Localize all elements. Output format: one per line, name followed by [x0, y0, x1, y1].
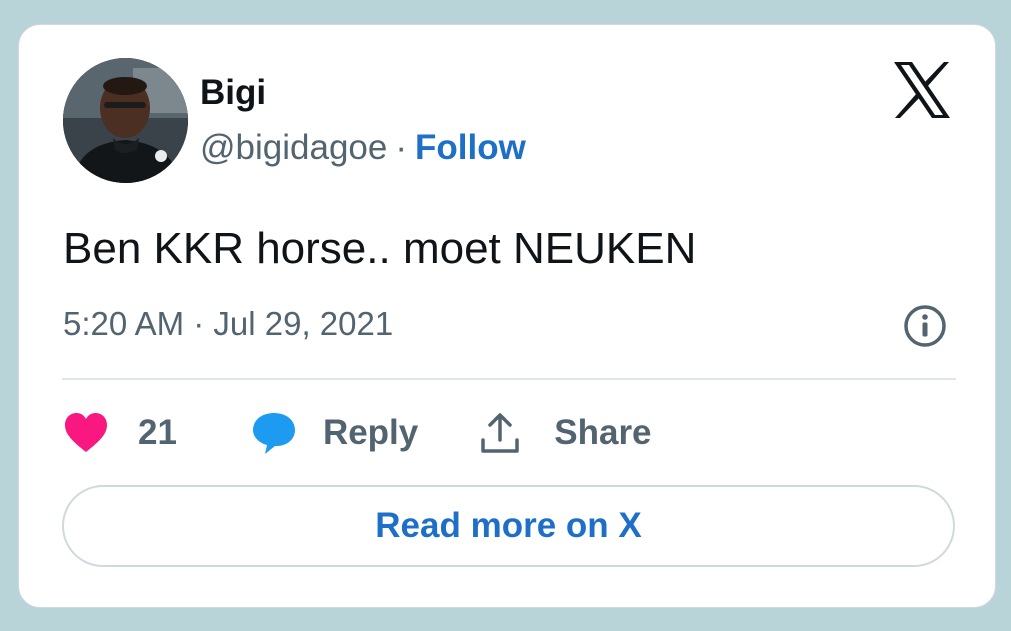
tweet-timestamp[interactable]: 5:20 AM · Jul 29, 2021	[63, 304, 393, 344]
read-more-label: Read more on X	[375, 506, 642, 545]
author-handle[interactable]: @bigidagoe	[200, 128, 387, 167]
avatar[interactable]	[63, 58, 188, 183]
avatar-image	[63, 58, 188, 183]
speech-bubble-icon	[252, 413, 295, 454]
divider	[62, 378, 956, 380]
like-count: 21	[138, 413, 177, 452]
separator-dot: ·	[395, 128, 407, 167]
reply-label: Reply	[322, 413, 419, 452]
read-more-button[interactable]: Read more on X	[62, 485, 955, 567]
info-icon[interactable]	[903, 304, 947, 348]
author-name[interactable]: Bigi	[200, 73, 266, 113]
reply-button[interactable]: Reply	[251, 411, 418, 455]
upload-icon	[481, 413, 519, 453]
action-bar: 21 Reply Share	[63, 408, 652, 458]
tweet-card: Bigi @bigidagoe · Follow Ben KKR horse.. m…	[18, 24, 996, 608]
author-handle-row: @bigidagoe · Follow	[200, 127, 526, 169]
like-button[interactable]: 21	[63, 412, 177, 454]
follow-link[interactable]: Follow	[415, 128, 526, 167]
tweet-text: Ben KKR horse.. moet NEUKEN	[63, 224, 697, 273]
share-label: Share	[554, 413, 652, 452]
heart-icon	[65, 413, 107, 452]
share-button[interactable]: Share	[480, 412, 652, 454]
x-logo-icon[interactable]	[893, 62, 951, 118]
